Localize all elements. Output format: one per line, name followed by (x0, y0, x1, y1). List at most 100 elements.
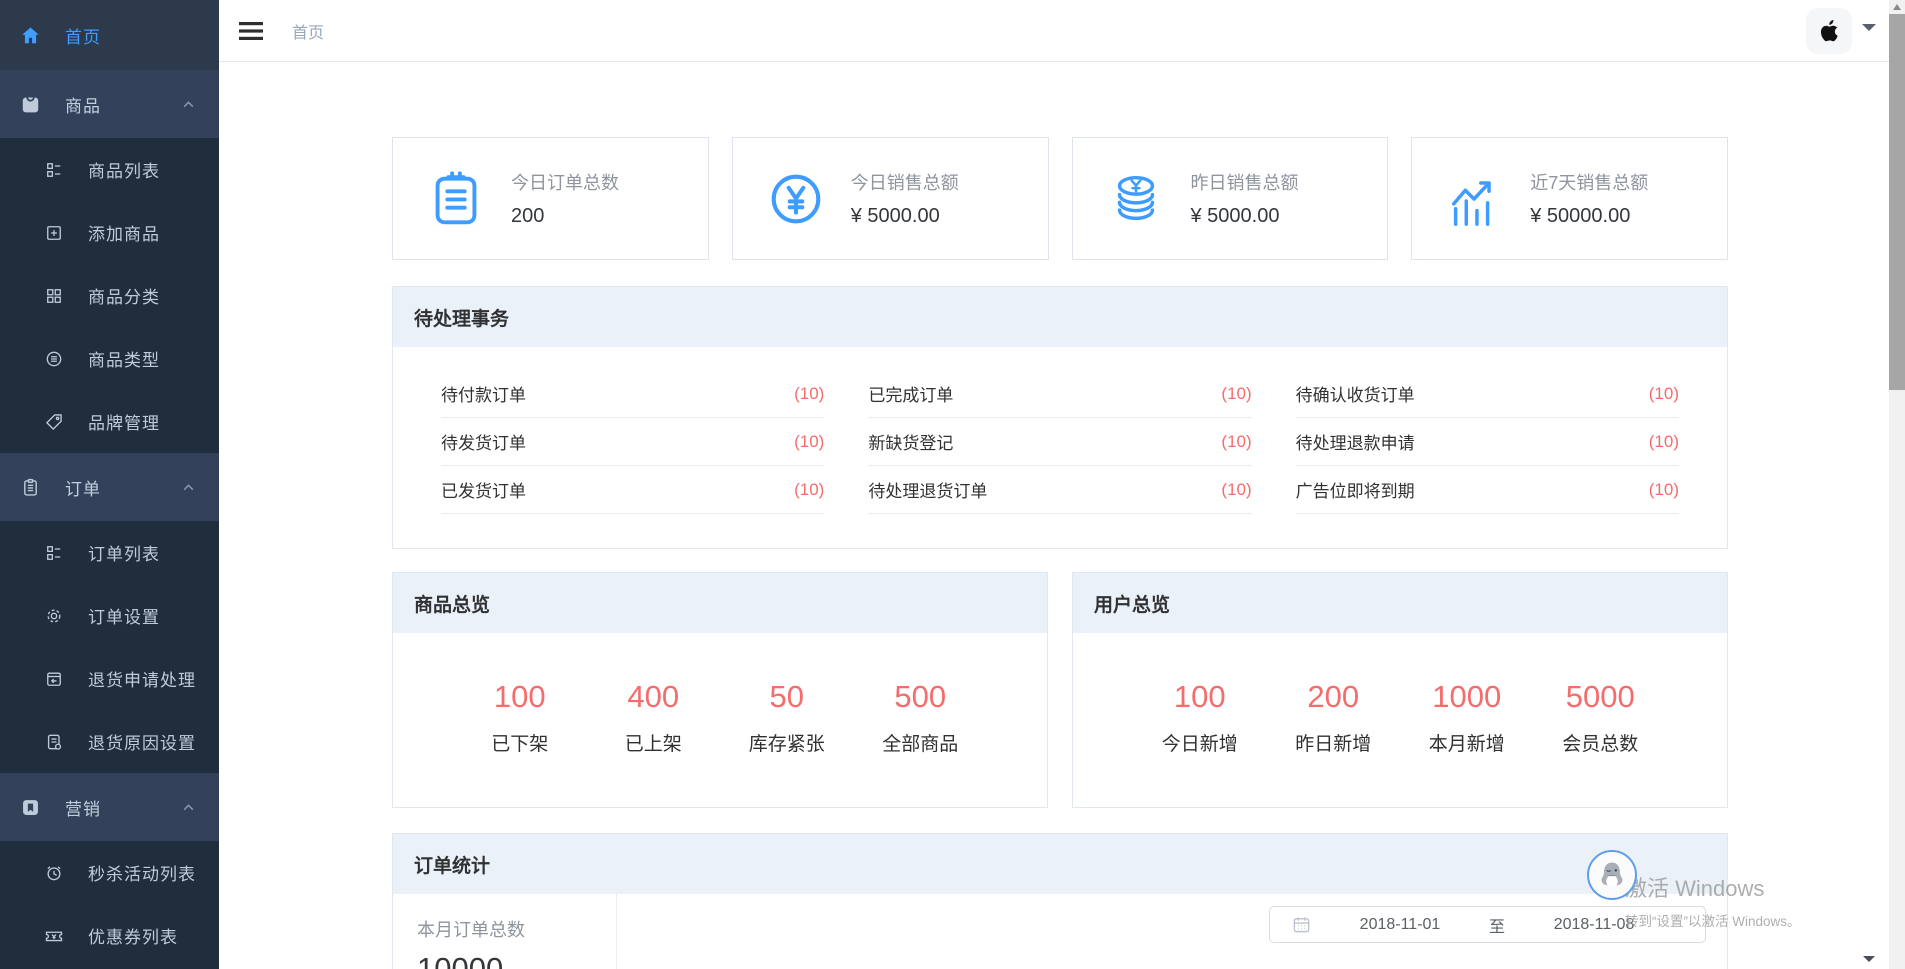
return-box-icon (43, 668, 65, 690)
panel-header: 用户总览 (1073, 573, 1727, 633)
qq-penguin-icon (1596, 859, 1628, 891)
pending-item-ad-expiring[interactable]: 广告位即将到期(10) (1296, 466, 1679, 514)
sidebar-item-label: 品牌管理 (88, 409, 160, 434)
sidebar-item-label: 退货申请处理 (88, 666, 196, 691)
sidebar-item-add-product[interactable]: 添加商品 (0, 201, 219, 264)
scrollbar-up-arrow-icon[interactable] (1893, 4, 1901, 10)
sidebar-item-return-reason[interactable]: 退货原因设置 (0, 710, 219, 773)
sidebar-item-coupon-list[interactable]: 优惠券列表 (0, 904, 219, 967)
bookmark-icon (19, 796, 41, 818)
pending-item-to-ship-orders[interactable]: 待发货订单(10) (441, 418, 824, 466)
sidebar-item-order-settings[interactable]: 订单设置 (0, 584, 219, 647)
order-statistics-panel: 订单统计 本月订单总数 10000 2018-11-01 至 2018-11-0… (392, 833, 1728, 969)
trend-chart-icon (1442, 166, 1508, 232)
stat-card-label: 近7天销售总额 (1530, 169, 1648, 195)
stat-low-stock: 50库存紧张 (720, 679, 854, 756)
stat-all-products: 500全部商品 (854, 679, 988, 756)
stat-value: 100 (1133, 679, 1267, 715)
apple-logo-icon (1815, 17, 1843, 45)
chevron-up-icon (182, 98, 195, 111)
pending-item-completed-orders[interactable]: 已完成订单(10) (868, 370, 1251, 418)
pending-item-refund-requests[interactable]: 待处理退款申请(10) (1296, 418, 1679, 466)
product-overview-panel: 商品总览 100已下架 400已上架 50库存紧张 500全部商品 (392, 572, 1048, 808)
document-gear-icon (43, 731, 65, 753)
sidebar-item-home[interactable]: 首页 (0, 0, 219, 70)
pending-tasks-grid: 待付款订单(10) 已完成订单(10) 待确认收货订单(10) 待发货订单(10… (393, 347, 1727, 514)
sidebar-item-product-type[interactable]: 商品类型 (0, 327, 219, 390)
stat-card-label: 昨日销售总额 (1191, 169, 1299, 195)
date-start-value[interactable]: 2018-11-01 (1311, 916, 1489, 934)
panel-title: 商品总览 (414, 590, 490, 617)
circle-list-icon (43, 348, 65, 370)
alarm-clock-icon (43, 862, 65, 884)
pending-item-count: (10) (1649, 480, 1679, 500)
sidebar-item-product-category[interactable]: 商品分类 (0, 264, 219, 327)
add-square-icon (43, 222, 65, 244)
sidebar-item-order-list[interactable]: 订单列表 (0, 521, 219, 584)
bottom-corner-caret-icon (1863, 956, 1875, 962)
panel-title: 待处理事务 (414, 304, 509, 331)
tag-icon (43, 411, 65, 433)
date-range-picker[interactable]: 2018-11-01 至 2018-11-08 (1269, 906, 1706, 943)
stat-value: 1000 (1400, 679, 1534, 715)
panel-header: 待处理事务 (393, 287, 1727, 347)
stat-value: 100 (453, 679, 587, 715)
sidebar-item-label: 订单设置 (88, 603, 160, 628)
stat-card-label: 今日销售总额 (851, 169, 959, 195)
stat-total-members: 5000会员总数 (1534, 679, 1668, 756)
main-content: 今日订单总数 200 今日销售总额 ¥ 5000.00 昨日销售总额 (219, 62, 1905, 969)
hamburger-menu-icon[interactable] (232, 14, 270, 48)
sidebar-group-label: 商品 (65, 92, 101, 117)
date-end-value[interactable]: 2018-11-08 (1505, 916, 1683, 934)
pending-item-confirm-receipt-orders[interactable]: 待确认收货订单(10) (1296, 370, 1679, 418)
avatar[interactable] (1806, 8, 1852, 54)
pending-item-count: (10) (1221, 384, 1251, 404)
sidebar-group-marketing[interactable]: 营销 (0, 773, 219, 841)
stat-label: 本月新增 (1400, 729, 1534, 756)
stat-cards-row: 今日订单总数 200 今日销售总额 ¥ 5000.00 昨日销售总额 (392, 137, 1728, 260)
pending-item-label: 待发货订单 (441, 429, 526, 454)
pending-item-shipped-orders[interactable]: 已发货订单(10) (441, 466, 824, 514)
sidebar-item-brand-management[interactable]: 品牌管理 (0, 390, 219, 453)
coins-icon (1103, 166, 1169, 232)
stat-label: 全部商品 (854, 729, 988, 756)
qq-messenger-float-button[interactable] (1587, 850, 1637, 900)
stat-value: 400 (587, 679, 721, 715)
pending-item-label: 新缺货登记 (868, 429, 953, 454)
pending-item-count: (10) (1649, 432, 1679, 452)
pending-item-new-out-of-stock[interactable]: 新缺货登记(10) (868, 418, 1251, 466)
sidebar-item-label: 商品列表 (88, 157, 160, 182)
stat-card-value: ¥ 50000.00 (1530, 205, 1648, 228)
coupon-icon (43, 925, 65, 947)
pending-item-unpaid-orders[interactable]: 待付款订单(10) (441, 370, 824, 418)
shopping-bag-icon (19, 93, 41, 115)
panel-header: 订单统计 (393, 834, 1727, 894)
pending-item-label: 待处理退货订单 (868, 477, 987, 502)
stat-value: 5000 (1534, 679, 1668, 715)
panel-title: 用户总览 (1094, 590, 1170, 617)
scrollbar-thumb[interactable] (1889, 14, 1905, 390)
sidebar-item-label: 秒杀活动列表 (88, 860, 196, 885)
stat-off-shelf: 100已下架 (453, 679, 587, 756)
sidebar-group-product[interactable]: 商品 (0, 70, 219, 138)
sidebar-item-return-request[interactable]: 退货申请处理 (0, 647, 219, 710)
sidebar-group-label: 订单 (65, 475, 101, 500)
sidebar-item-flash-sale-list[interactable]: 秒杀活动列表 (0, 841, 219, 904)
pending-item-return-orders[interactable]: 待处理退货订单(10) (868, 466, 1251, 514)
sidebar: 首页 商品 商品列表 添加商品 商品分类 商品类型 (0, 0, 219, 969)
product-overview-stats: 100已下架 400已上架 50库存紧张 500全部商品 (393, 633, 1047, 756)
stat-card-value: ¥ 5000.00 (851, 205, 959, 228)
home-icon (19, 24, 41, 46)
sidebar-item-label: 优惠券列表 (88, 923, 178, 948)
sidebar-group-order[interactable]: 订单 (0, 453, 219, 521)
list-icon (43, 159, 65, 181)
chevron-down-icon[interactable] (1862, 24, 1876, 31)
breadcrumb[interactable]: 首页 (292, 19, 324, 43)
sidebar-item-product-list[interactable]: 商品列表 (0, 138, 219, 201)
user-overview-stats: 100今日新增 200昨日新增 1000本月新增 5000会员总数 (1073, 633, 1727, 756)
sidebar-group-label: 营销 (65, 795, 101, 820)
order-clipboard-icon (423, 166, 489, 232)
order-metric-value: 10000 (417, 951, 616, 969)
sidebar-item-label: 商品分类 (88, 283, 160, 308)
page-scrollbar[interactable] (1889, 0, 1905, 969)
